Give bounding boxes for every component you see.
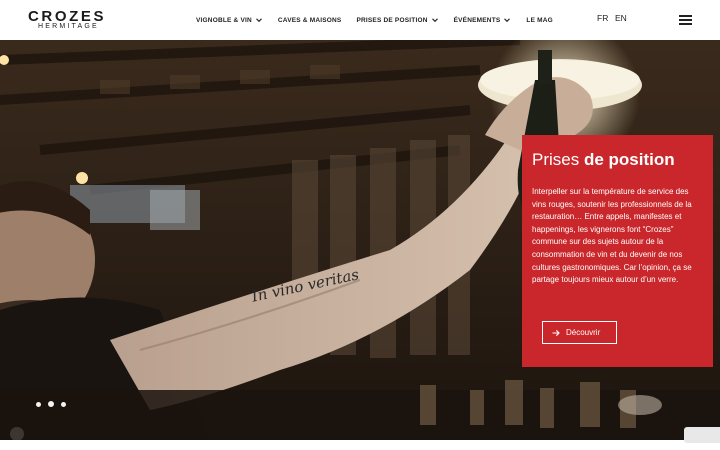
slider-dots <box>36 401 73 407</box>
arrow-right-icon <box>552 329 560 336</box>
card-title-light: Prises <box>532 150 584 169</box>
nav-item-mag[interactable]: LE MAG <box>526 17 552 24</box>
card-title: Prises de position <box>532 150 703 170</box>
main-nav: VIGNOBLE & VIN CAVES & MAISONS PRISES DE… <box>196 0 568 40</box>
discover-button-label: Découvrir <box>566 328 601 337</box>
nav-item-evenements[interactable]: ÉVÉNEMENTS <box>454 16 512 24</box>
nav-item-label: ÉVÉNEMENTS <box>453 16 501 24</box>
page-bottom <box>0 440 720 450</box>
lang-fr-link[interactable]: FR <box>597 13 608 23</box>
nav-item-label: LE MAG <box>526 16 553 24</box>
nav-item-label: VIGNOBLE & VIN <box>196 16 252 24</box>
nav-item-caves[interactable]: CAVES & MAISONS <box>278 17 342 24</box>
card-title-bold: de position <box>583 150 675 169</box>
cookie-icon[interactable] <box>10 427 24 441</box>
slider-dot[interactable] <box>36 401 41 407</box>
slider-dot-active[interactable] <box>48 401 54 407</box>
chevron-down-icon <box>504 18 511 23</box>
logo-subtitle: HERMITAGE <box>38 23 99 30</box>
chevron-down-icon <box>431 18 438 23</box>
chevron-down-icon <box>256 18 262 23</box>
nav-item-label: CAVES & MAISONS <box>277 16 342 24</box>
hero-card: Prises de position Interpeller sur la te… <box>522 135 713 367</box>
lang-en-link[interactable]: EN <box>615 13 627 23</box>
slider-dot[interactable] <box>61 401 66 407</box>
discover-button[interactable]: Découvrir <box>542 321 617 344</box>
site-logo[interactable]: CROZES HERMITAGE <box>28 8 112 34</box>
hamburger-menu-icon[interactable] <box>679 15 692 25</box>
nav-item-label: PRISES DE POSITION <box>356 16 428 24</box>
card-description: Interpeller sur la température de servic… <box>532 187 692 285</box>
nav-item-prises[interactable]: PRISES DE POSITION <box>356 16 438 24</box>
site-header: CROZES HERMITAGE VIGNOBLE & VIN CAVES & … <box>0 0 720 40</box>
nav-item-vignoble[interactable]: VIGNOBLE & VIN <box>196 16 263 24</box>
recaptcha-badge <box>684 427 720 443</box>
